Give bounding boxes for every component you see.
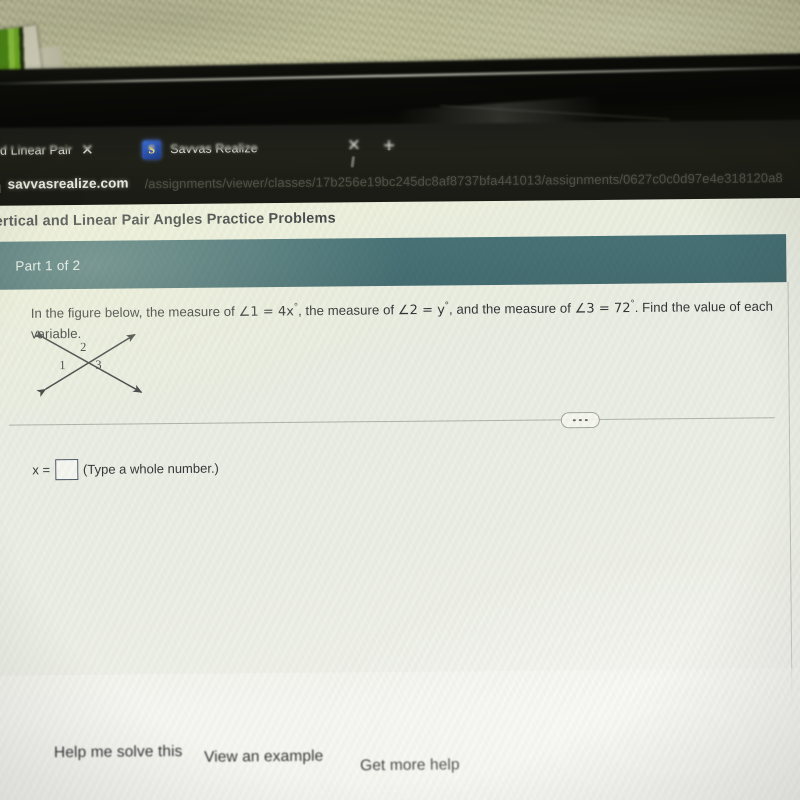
url-host: savvasrealize.com — [7, 175, 129, 192]
mouse-cursor — [350, 156, 356, 168]
angle-1-expression: ∠1 = 4x — [238, 304, 295, 320]
more-options-button[interactable] — [560, 411, 600, 429]
tab-close-icon[interactable]: ✕ — [347, 137, 361, 154]
part-progress-header: Part 1 of 2 — [0, 234, 787, 290]
angle-2-expression: ∠2 = y — [397, 302, 446, 319]
dot-icon — [579, 418, 582, 422]
url-path: /assignments/viewer/classes/17b256e19bc2… — [144, 170, 783, 192]
photo-of-laptop-screen: ertical and Linear Pair ✕ Savvas Realize… — [0, 0, 800, 800]
section-divider — [8, 417, 775, 426]
web-page: thXL Vertical and Linear Pair Angles Pra… — [0, 197, 800, 800]
figure-label-1: 1 — [59, 358, 65, 372]
answer-variable-label: x = — [32, 462, 51, 478]
dot-icon — [572, 418, 576, 422]
browser-chrome: ertical and Linear Pair ✕ Savvas Realize… — [0, 119, 800, 206]
browser-tab-vertical-and-linear-pair[interactable]: ertical and Linear Pair ✕ — [0, 137, 94, 164]
part-label: Part 1 of 2 — [15, 257, 81, 274]
angle-3-expression: ∠3 = 72 — [574, 301, 631, 317]
prompt-text-mid2: , and the measure of — [448, 300, 575, 317]
browser-tab-savvas-realize[interactable]: Savvas Realize — [142, 135, 258, 162]
angle-figure: 2 1 3 — [31, 326, 168, 401]
laptop-screen: ertical and Linear Pair ✕ Savvas Realize… — [0, 119, 800, 800]
dot-icon — [585, 418, 588, 422]
view-an-example-link[interactable]: View an example — [204, 748, 323, 767]
figure-label-2: 2 — [80, 340, 86, 354]
prompt-text-mid1: , the measure of — [297, 302, 398, 319]
browser-tab-strip: ertical and Linear Pair ✕ Savvas Realize… — [0, 120, 800, 172]
help-links-bar: Help me solve this View an example Get m… — [0, 731, 800, 799]
answer-hint: (Type a whole number.) — [82, 460, 219, 477]
prompt-text-pre: In the figure below, the measure of — [30, 303, 239, 321]
tab-title: Savvas Realize — [170, 141, 258, 157]
help-me-solve-this-link[interactable]: Help me solve this — [54, 743, 183, 762]
tab-title: ertical and Linear Pair — [0, 143, 73, 158]
get-more-help-link[interactable]: Get more help — [360, 756, 460, 775]
figure-label-3: 3 — [95, 358, 101, 372]
answer-input-x[interactable] — [54, 458, 79, 481]
page-title: thXL Vertical and Linear Pair Angles Pra… — [0, 210, 336, 230]
tab-close-icon[interactable]: ✕ — [81, 141, 94, 158]
answer-row: x = (Type a whole number.) — [32, 458, 219, 481]
diagram-line-b — [33, 329, 143, 394]
new-tab-button[interactable]: + — [383, 135, 395, 157]
intersecting-lines-diagram: 2 1 3 — [33, 329, 143, 398]
savvas-s-icon — [142, 139, 162, 159]
page-icon — [0, 184, 1, 193]
